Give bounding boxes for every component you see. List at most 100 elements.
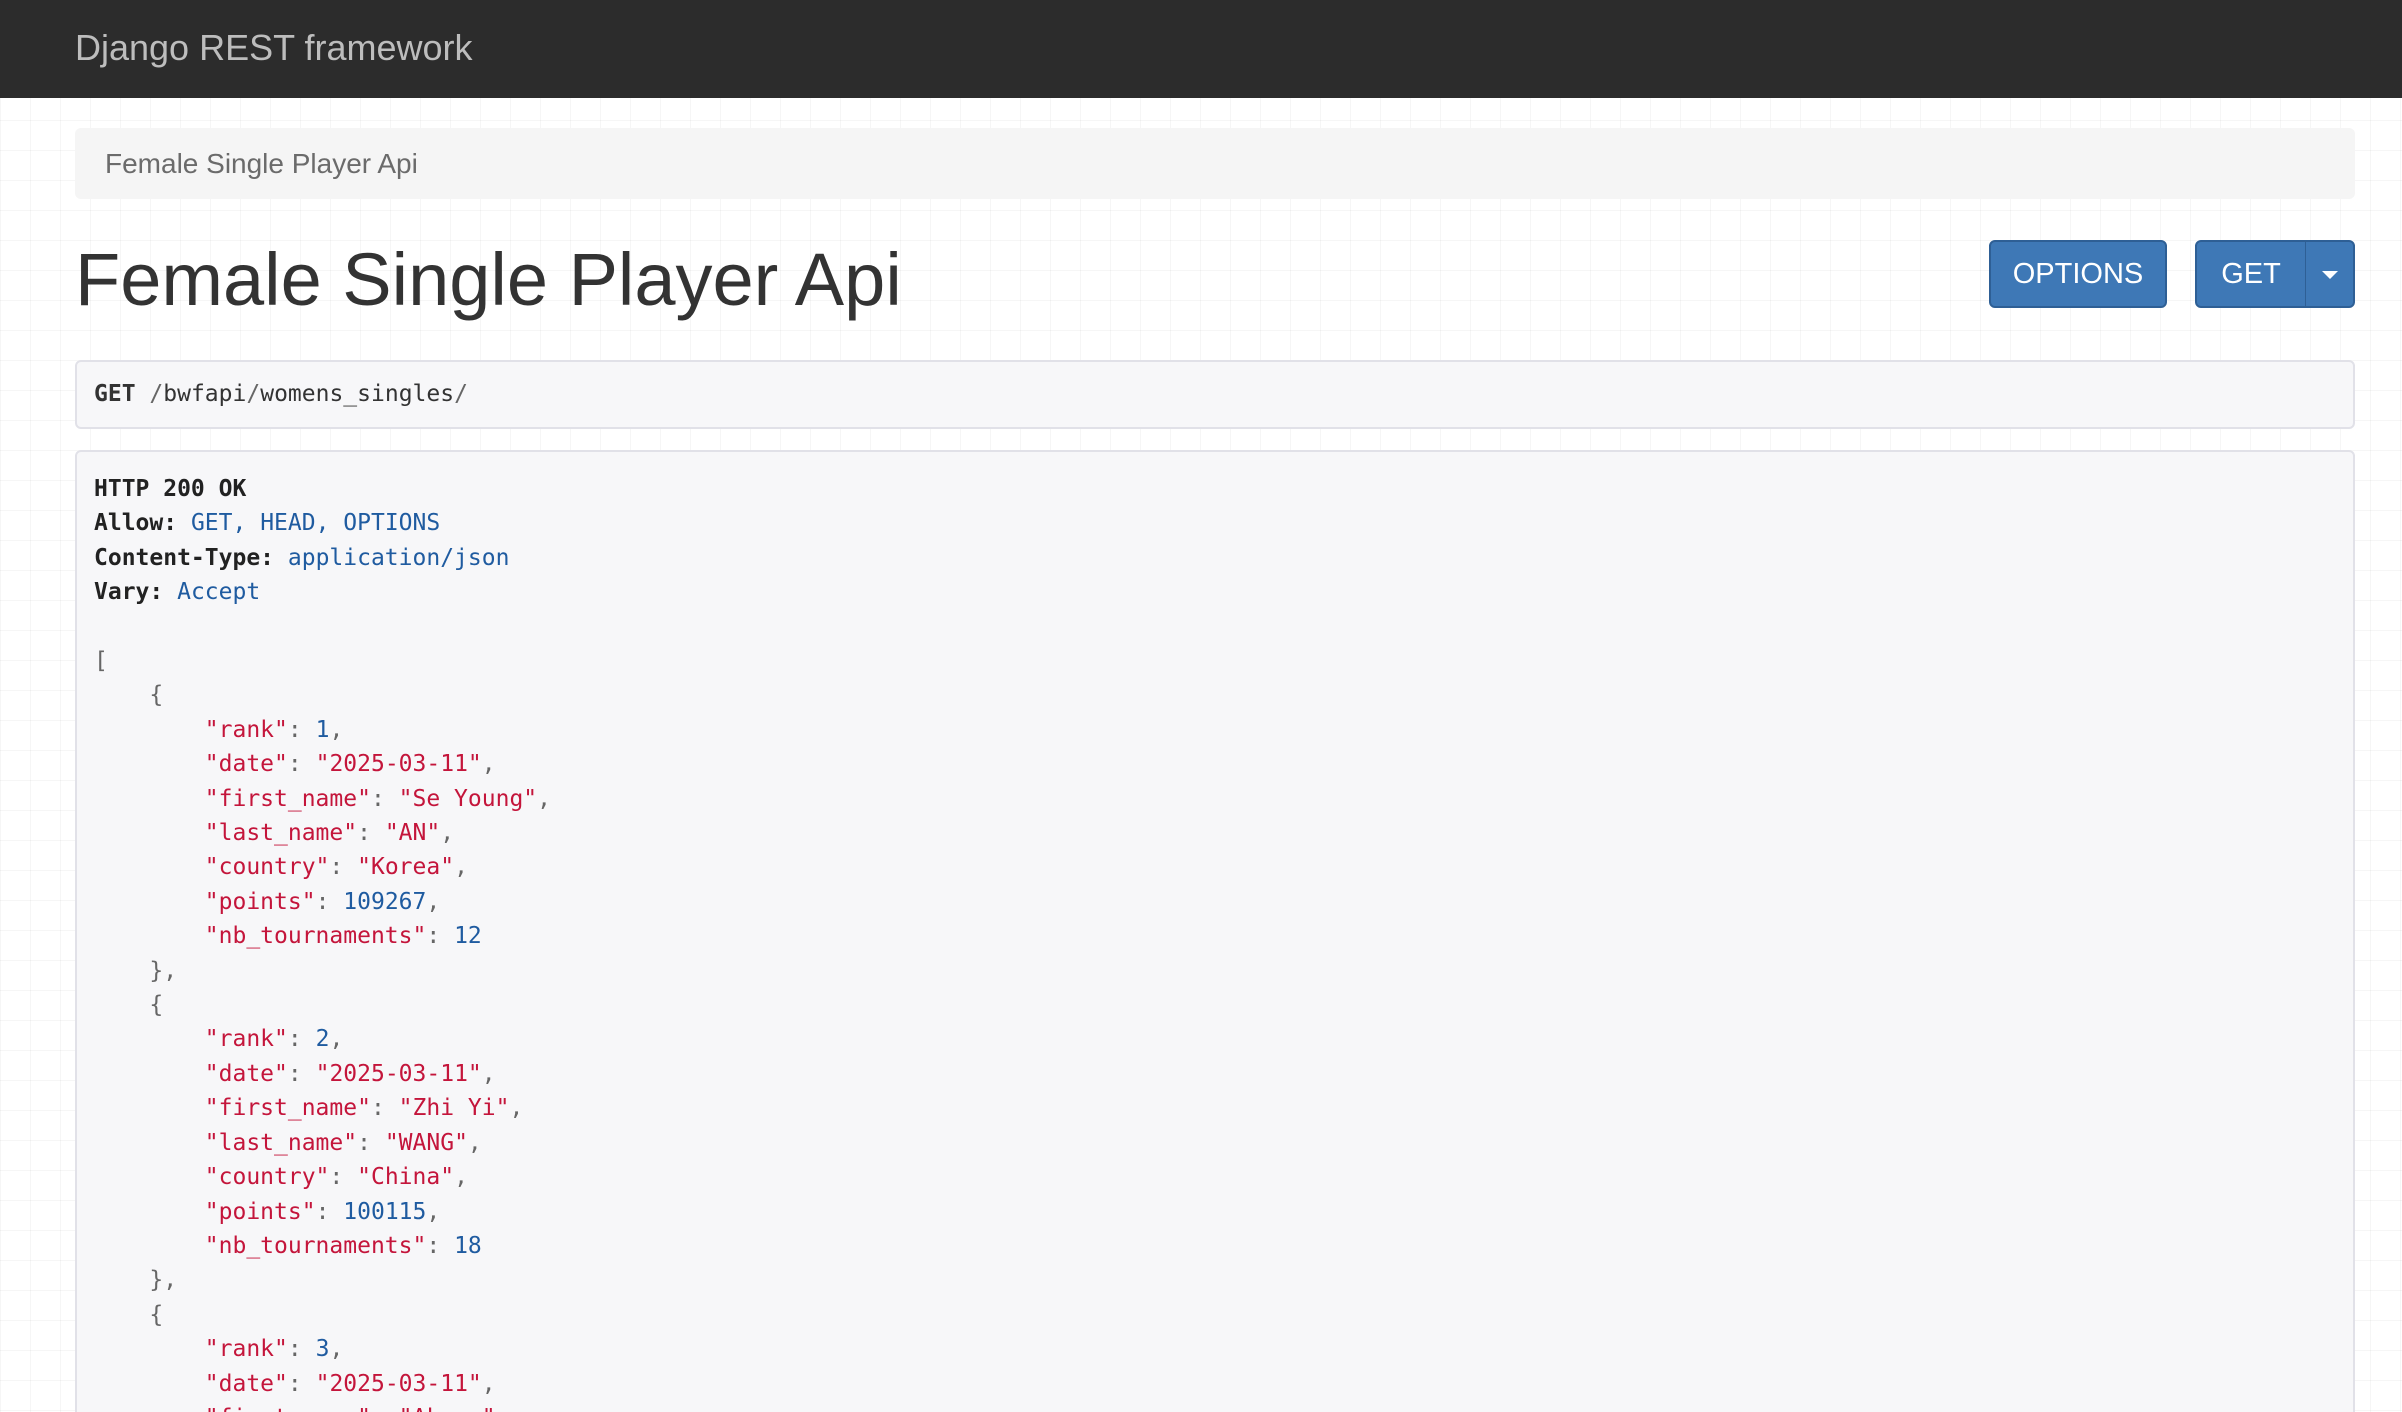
json-value: "China"	[357, 1164, 455, 1191]
request-path-segment: womens_singles	[260, 381, 455, 407]
get-format-dropdown-toggle[interactable]	[2305, 240, 2355, 308]
json-line: "date": "2025-03-11",	[94, 1367, 2336, 1401]
json-key: "rank"	[204, 716, 288, 743]
json-comma: ,	[481, 751, 496, 778]
json-colon: :	[370, 1095, 385, 1122]
response-header-line: Content-Type: application/json	[94, 541, 2336, 575]
json-colon: :	[329, 1164, 344, 1191]
response-header-value: application/json	[287, 544, 510, 571]
request-method: GET	[94, 381, 136, 407]
json-comma: ,	[329, 716, 344, 743]
json-colon: :	[371, 1405, 385, 1412]
json-line: "country": "China",	[94, 1160, 2336, 1194]
response-headers: Allow: GET, HEAD, OPTIONS Content-Type: a…	[94, 506, 2336, 609]
request-path-segment: bwfapi	[163, 381, 247, 407]
json-comma: ,	[454, 854, 468, 881]
json-key: "date"	[204, 1060, 288, 1087]
get-button[interactable]: GET	[2195, 240, 2306, 308]
json-value: "2025-03-11"	[315, 751, 482, 778]
json-line: "rank": 2,	[94, 1022, 2336, 1056]
json-line: "nb_tournaments": 12	[94, 919, 2336, 953]
json-key: "rank"	[204, 1026, 288, 1053]
json-brace: {	[149, 992, 164, 1019]
request-info: GET /bwfapi/womens_singles/	[75, 360, 2355, 429]
response-spacer	[94, 610, 2336, 644]
request-path-sep: /	[246, 381, 261, 407]
response-header-line: Allow: GET, HEAD, OPTIONS	[94, 506, 2336, 540]
json-colon: :	[426, 1232, 441, 1259]
json-comma: ,	[426, 1198, 441, 1225]
json-comma: ,	[440, 820, 455, 847]
json-line: "nb_tournaments": 18	[94, 1229, 2336, 1263]
json-line: {	[94, 988, 2336, 1022]
json-comma: ,	[481, 1060, 496, 1087]
json-bracket: [	[94, 648, 108, 675]
json-key: "country"	[204, 1164, 330, 1191]
page-title: Female Single Player Api	[75, 238, 902, 321]
response-header-key: Vary:	[94, 579, 164, 606]
json-line: "date": "2025-03-11",	[94, 1057, 2336, 1091]
json-line: },	[94, 954, 2336, 988]
json-value: "Korea"	[357, 854, 455, 881]
json-line: "first_name": "Akane"	[94, 1401, 2336, 1412]
json-colon: :	[287, 1060, 302, 1087]
json-key: "points"	[204, 1198, 316, 1225]
json-line: "last_name": "AN",	[94, 816, 2336, 850]
json-colon: :	[287, 1370, 302, 1397]
json-comma: ,	[426, 888, 441, 915]
json-value: "WANG"	[384, 1129, 468, 1156]
json-key: "rank"	[204, 1336, 288, 1363]
response-header-line: Vary: Accept	[94, 575, 2336, 609]
json-comma: ,	[329, 1026, 344, 1053]
json-key: "nb_tournaments"	[204, 1232, 427, 1259]
json-value: 18	[454, 1232, 482, 1259]
json-brace: },	[149, 1267, 178, 1294]
json-key: "last_name"	[204, 820, 358, 847]
breadcrumb: Female Single Player Api	[75, 128, 2355, 199]
json-key: "last_name"	[204, 1129, 358, 1156]
navbar: Django REST framework	[0, 0, 2402, 98]
response-header-value: GET, HEAD, OPTIONS	[190, 510, 441, 537]
json-colon: :	[315, 1198, 330, 1225]
response-body: [ { "rank": 1, "date": "2025-03-11", "fi…	[94, 644, 2336, 1412]
json-line: "date": "2025-03-11",	[94, 747, 2336, 781]
response-status: HTTP 200 OK	[94, 476, 247, 502]
json-line: "rank": 3,	[94, 1332, 2336, 1366]
json-colon: :	[287, 1336, 302, 1363]
json-value: "2025-03-11"	[315, 1370, 482, 1397]
json-brace: {	[149, 682, 164, 709]
json-value: 2	[315, 1026, 330, 1053]
json-key: "first_name"	[204, 785, 371, 812]
json-line: {	[94, 678, 2336, 712]
json-value: 100115	[343, 1198, 427, 1225]
options-button[interactable]: OPTIONS	[1989, 240, 2167, 308]
json-comma: ,	[454, 1164, 468, 1191]
breadcrumb-item-current: Female Single Player Api	[105, 148, 418, 179]
json-line: "country": "Korea",	[94, 850, 2336, 884]
json-line: "points": 109267,	[94, 885, 2336, 919]
brand-link[interactable]: Django REST framework	[75, 25, 472, 71]
json-colon: :	[287, 1026, 302, 1053]
json-colon: :	[315, 888, 330, 915]
json-key: "points"	[204, 888, 316, 915]
response-header-key: Content-Type:	[94, 544, 275, 571]
json-line: [	[94, 644, 2336, 678]
json-comma: ,	[509, 1095, 524, 1122]
json-comma: ,	[467, 1129, 482, 1156]
json-colon: :	[329, 854, 344, 881]
json-key: "country"	[204, 854, 330, 881]
json-key: "date"	[204, 1370, 288, 1397]
json-comma: ,	[537, 785, 552, 812]
json-value: "AN"	[384, 820, 441, 847]
json-colon: :	[357, 820, 371, 847]
json-line: "last_name": "WANG",	[94, 1126, 2336, 1160]
json-key: "date"	[204, 751, 288, 778]
json-colon: :	[426, 923, 441, 950]
json-colon: :	[370, 785, 385, 812]
response-info: HTTP 200 OK Allow: GET, HEAD, OPTIONS Cont…	[75, 450, 2355, 1412]
json-line: "points": 100115,	[94, 1195, 2336, 1229]
response-header-value: Accept	[177, 579, 261, 606]
json-value: "Se Young"	[398, 785, 538, 812]
json-line: },	[94, 1263, 2336, 1297]
json-value: 3	[315, 1336, 330, 1363]
